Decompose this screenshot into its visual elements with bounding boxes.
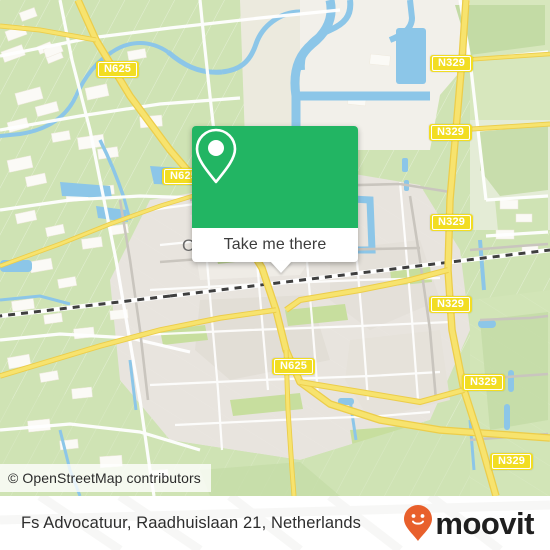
osm-attribution[interactable]: © OpenStreetMap contributors	[0, 464, 211, 492]
road-shield-label: N329	[431, 297, 471, 312]
road-shield-label: N329	[432, 215, 472, 230]
road-shield-n329-1[interactable]: N329	[430, 55, 474, 72]
map-pin-icon	[195, 128, 237, 184]
osm-attribution-text: © OpenStreetMap contributors	[8, 470, 201, 486]
road-shield-n625-1[interactable]: N625	[96, 61, 140, 78]
road-shield-n329-3[interactable]: N329	[430, 214, 474, 231]
road-shield-label: N625	[274, 359, 314, 374]
road-shield-label: N329	[464, 375, 504, 390]
road-shield-label: N329	[432, 56, 472, 71]
road-shield-n625-3[interactable]: N625	[272, 358, 316, 375]
popup-pointer-tail	[270, 261, 292, 273]
moovit-smiley-pin-icon	[404, 505, 433, 541]
map-canvas[interactable]: O N625 N625 N625 N329 N329 N329 N329 N32…	[0, 0, 550, 496]
moovit-map-screenshot: O N625 N625 N625 N329 N329 N329 N329 N32…	[0, 0, 550, 550]
location-title: Fs Advocatuur, Raadhuislaan 21, Netherla…	[21, 513, 362, 532]
road-shield-n329-6[interactable]: N329	[490, 453, 534, 470]
road-shield-n329-5[interactable]: N329	[462, 374, 506, 391]
road-shield-n329-2[interactable]: N329	[429, 124, 473, 141]
location-popup-card[interactable]: Take me there	[192, 126, 358, 273]
road-shield-label: N329	[431, 125, 471, 140]
road-shield-label: N625	[98, 62, 138, 77]
road-shield-label: N329	[492, 454, 532, 469]
popup-icon-area	[192, 126, 358, 228]
moovit-logo[interactable]: moovit	[403, 504, 534, 542]
moovit-wordmark: moovit	[435, 505, 534, 541]
take-me-there-label: Take me there	[223, 236, 327, 253]
road-shield-n329-4[interactable]: N329	[429, 296, 473, 313]
popup-cta-area[interactable]: Take me there	[192, 228, 358, 273]
footer-bar: Fs Advocatuur, Raadhuislaan 21, Netherla…	[0, 496, 550, 550]
